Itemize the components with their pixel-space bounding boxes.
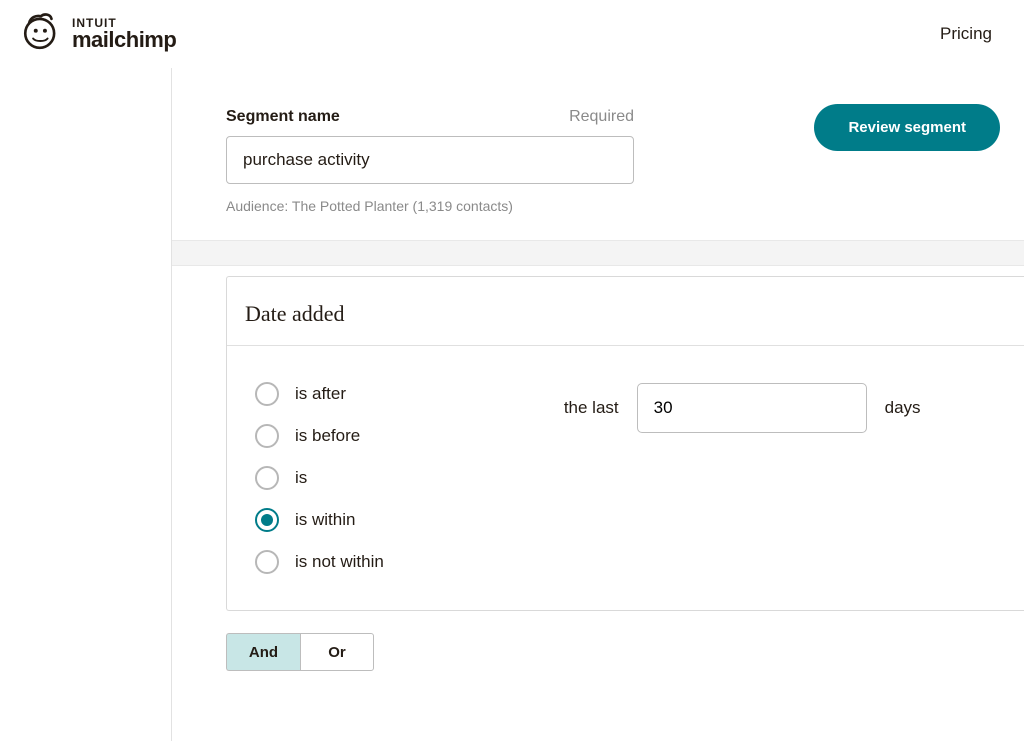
segment-name-label: Segment name bbox=[226, 108, 340, 126]
logic-connector: And Or bbox=[226, 633, 1024, 671]
radio-is[interactable]: is bbox=[255, 466, 384, 490]
radio-icon bbox=[255, 382, 279, 406]
segment-name-input[interactable] bbox=[226, 136, 634, 184]
range-suffix: days bbox=[885, 398, 921, 418]
range-prefix: the last bbox=[564, 398, 619, 418]
review-segment-button[interactable]: Review segment bbox=[814, 104, 1000, 151]
time-range-block: the last days bbox=[424, 382, 921, 434]
topbar: INTUIT mailchimp Pricing bbox=[0, 0, 1024, 68]
radio-is-before[interactable]: is before bbox=[255, 424, 384, 448]
operator-radio-group: is after is before is is within bbox=[255, 382, 384, 574]
radio-label: is not within bbox=[295, 552, 384, 572]
radio-label: is bbox=[295, 468, 307, 488]
condition-panel: Date added is after is before is bbox=[226, 276, 1024, 611]
radio-label: is after bbox=[295, 384, 346, 404]
radio-is-not-within[interactable]: is not within bbox=[255, 550, 384, 574]
radio-is-after[interactable]: is after bbox=[255, 382, 384, 406]
brand-logo[interactable]: INTUIT mailchimp bbox=[20, 11, 176, 58]
radio-is-within[interactable]: is within bbox=[255, 508, 384, 532]
panel-title: Date added bbox=[227, 277, 1024, 346]
radio-label: is before bbox=[295, 426, 360, 446]
radio-icon bbox=[255, 508, 279, 532]
section-divider bbox=[172, 240, 1024, 266]
required-indicator: Required bbox=[569, 108, 634, 126]
main-content: Segment name Required Audience: The Pott… bbox=[172, 68, 1024, 741]
radio-icon bbox=[255, 424, 279, 448]
pricing-link[interactable]: Pricing bbox=[940, 24, 992, 44]
and-button[interactable]: And bbox=[226, 633, 300, 671]
days-input[interactable] bbox=[637, 383, 867, 433]
radio-icon bbox=[255, 550, 279, 574]
mailchimp-monkey-icon bbox=[20, 11, 62, 58]
radio-label: is within bbox=[295, 510, 355, 530]
brand-name: mailchimp bbox=[72, 29, 176, 51]
or-button[interactable]: Or bbox=[300, 633, 374, 671]
sidebar-placeholder bbox=[0, 68, 172, 741]
radio-icon bbox=[255, 466, 279, 490]
audience-info: Audience: The Potted Planter (1,319 cont… bbox=[226, 198, 634, 214]
